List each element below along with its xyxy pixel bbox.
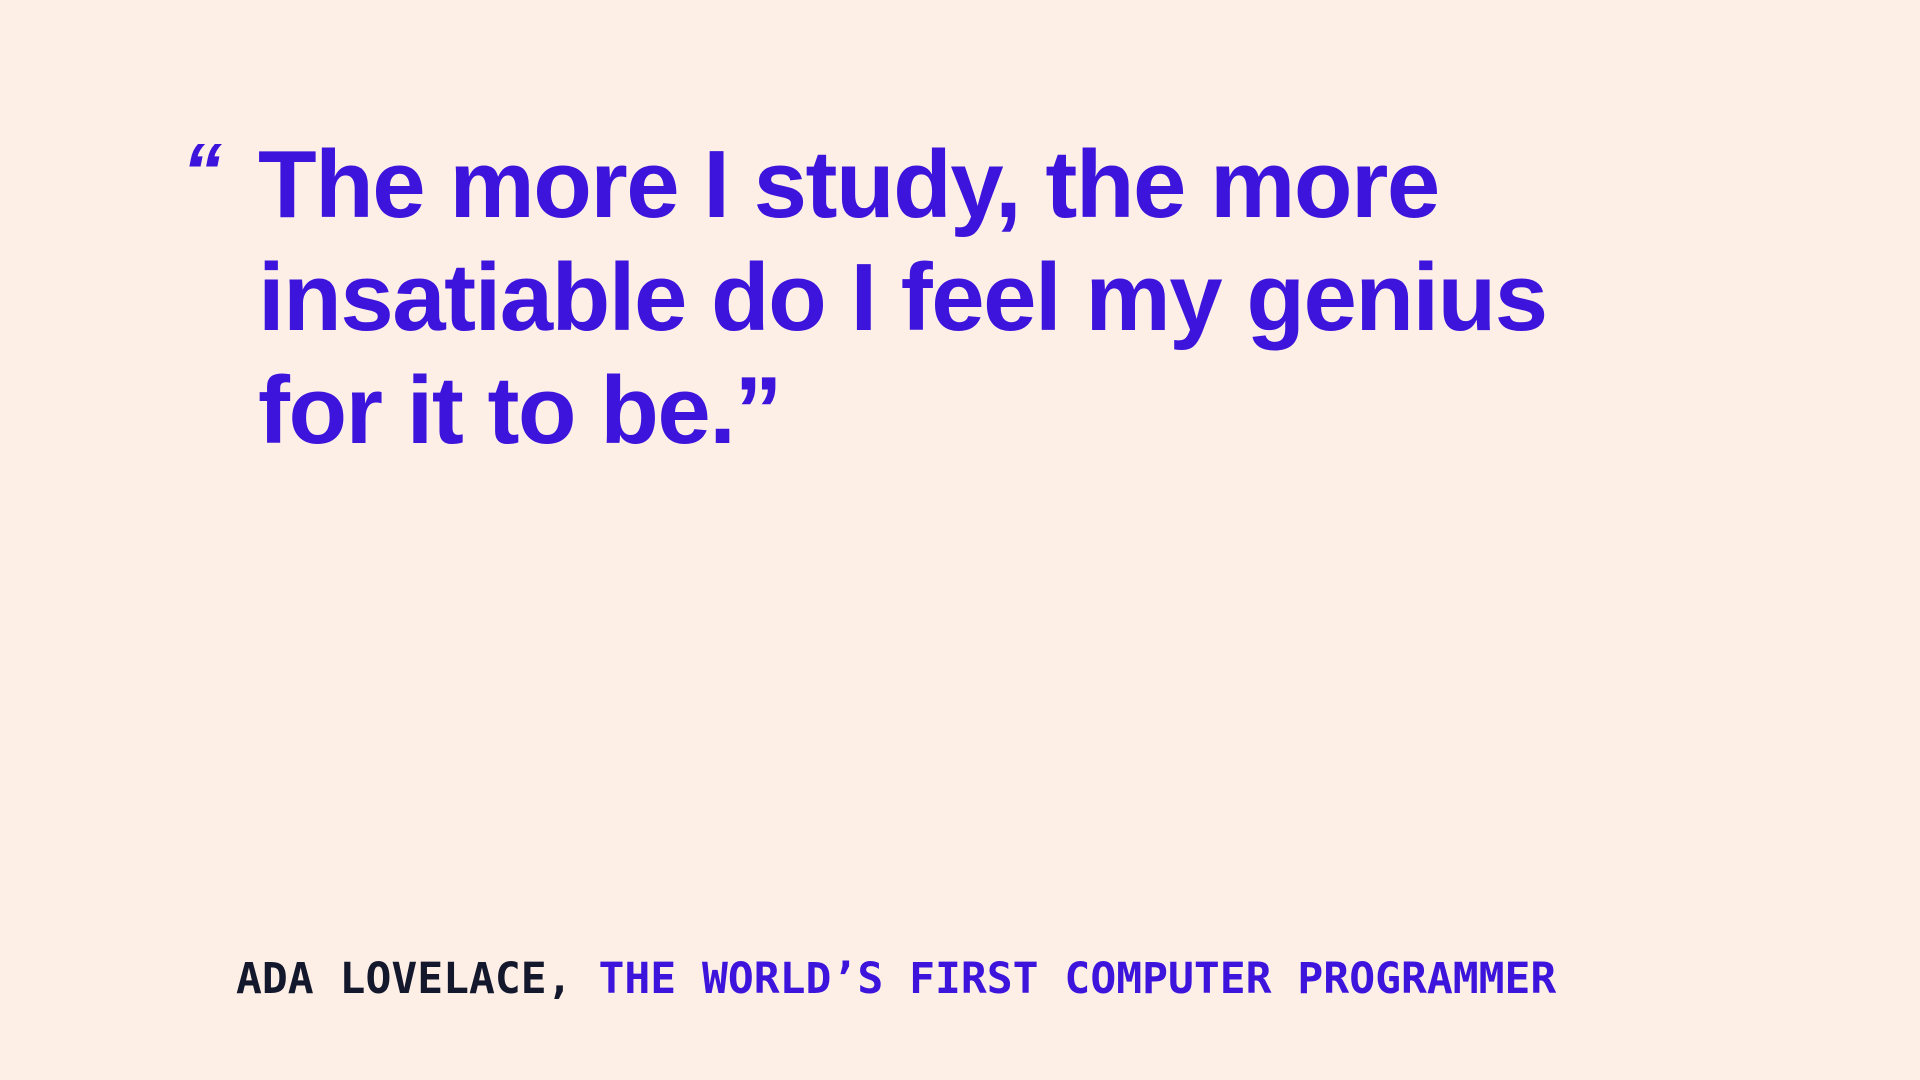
open-quote-mark: “: [182, 127, 222, 216]
quote-text: The more I study, the more insatiable do…: [258, 131, 1548, 464]
author-role: THE WORLD’S FIRST COMPUTER PROGRAMMER: [598, 954, 1557, 1004]
author-name: ADA LOVELACE,: [236, 954, 573, 1004]
quote-slide: { "quote": { "open_mark": "“", "text": "…: [0, 0, 1920, 1080]
quote-block: “ The more I study, the more insatiable …: [182, 128, 1682, 467]
attribution: ADA LOVELACE, THE WORLD’S FIRST COMPUTER…: [236, 958, 1556, 1001]
